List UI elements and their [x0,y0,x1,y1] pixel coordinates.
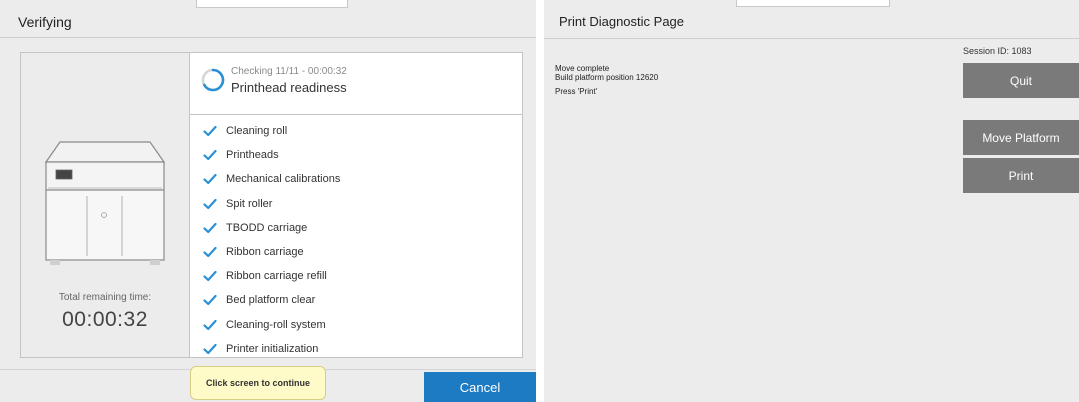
print-diagnostic-title: Print Diagnostic Page [559,14,685,29]
check-item: Printer initialization [203,338,318,360]
check-item-label: Bed platform clear [226,294,316,307]
checkmark-icon [203,198,217,209]
check-item: Mechanical calibrations [203,168,340,190]
checkmark-icon [203,319,217,330]
total-remaining-time: 00:00:32 [62,308,148,331]
check-item-label: Printer initialization [226,342,319,355]
check-item-label: Mechanical calibrations [226,173,341,186]
verifying-title: Verifying [18,14,72,30]
top-tab-handle [196,0,348,8]
check-item: Cleaning roll [203,120,287,142]
status-message: Move complete [555,64,610,73]
session-id-label: Session ID: 1083 [963,46,1032,56]
check-item: Bed platform clear [203,289,315,311]
check-item: Cleaning-roll system [203,314,326,336]
checkmark-icon [203,125,217,137]
loading-spinner-icon [201,68,225,92]
title-divider [544,38,1079,39]
continue-tooltip[interactable]: Click screen to continue [190,366,326,400]
checkmark-icon [203,271,217,282]
title-divider [0,37,536,38]
print-diagnostic-panel [544,0,1079,402]
checkmark-icon [203,295,217,306]
check-item-label: TBODD carriage [226,221,308,234]
quit-button[interactable]: Quit [963,63,1079,98]
move-platform-button[interactable]: Move Platform [963,120,1079,155]
check-item-label: Cleaning-roll system [226,318,326,331]
check-item: Ribbon carriage refill [203,265,327,287]
check-item: Spit roller [203,193,272,215]
check-item-label: Ribbon carriage [226,246,304,258]
check-item-label: Ribbon carriage refill [226,270,327,283]
top-tab-handle [736,0,890,7]
print-button[interactable]: Print [963,158,1079,193]
cancel-button[interactable]: Cancel [424,372,536,402]
status-message: Build platform position 12620 [555,73,659,82]
status-message: Press 'Print' [555,87,598,96]
check-item-label: Printheads [226,149,279,162]
checking-progress-text: Checking 11/11 - 00:00:32 [231,66,347,77]
total-remaining-label: Total remaining time: [58,292,152,303]
screenshot-divider [536,0,544,402]
current-check-label: Printhead readiness [231,80,347,95]
check-item: TBODD carriage [203,217,307,239]
printer-illustration [44,141,166,265]
checks-header-divider [189,114,523,115]
check-item-label: Spit roller [226,197,273,210]
checkmark-icon [203,174,217,185]
checkmark-icon [203,222,217,233]
checkmark-icon [203,343,217,354]
check-item-label: Cleaning roll [226,125,288,137]
check-item: Printheads [203,144,279,166]
checkmark-icon [203,150,217,161]
checkmark-icon [203,246,217,258]
check-item: Ribbon carriage [203,241,304,263]
